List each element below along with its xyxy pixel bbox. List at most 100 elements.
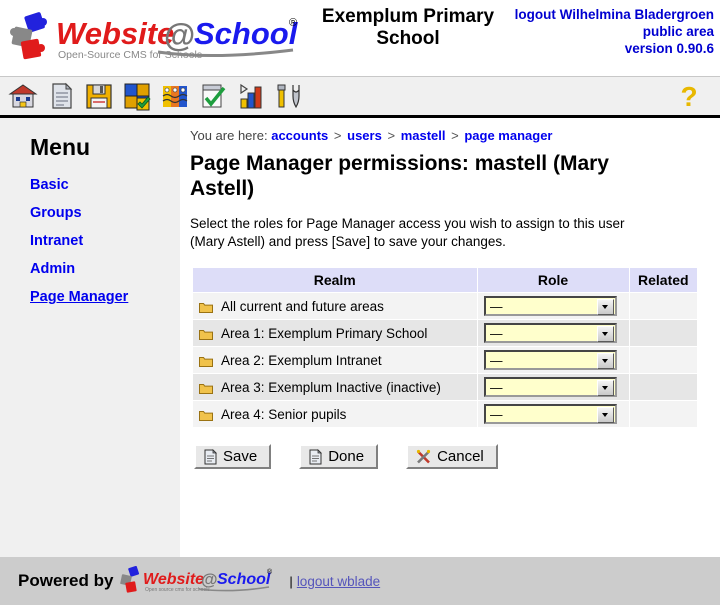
role-cell: — [476,373,630,401]
footer-logout-link[interactable]: logout wblade [297,574,380,589]
breadcrumb-link-accounts[interactable]: accounts [271,128,328,143]
realm-cell: All current and future areas [192,292,478,320]
svg-text:@: @ [164,17,195,53]
help-question-icon[interactable]: ? [674,81,704,111]
done-button[interactable]: Done [299,444,379,469]
svg-text:Website: Website [56,16,174,51]
document-icon [309,448,323,464]
role-select[interactable]: — [483,350,617,370]
tasks-icon[interactable] [198,81,228,111]
table-header-row: Realm Role Related [192,267,699,293]
role-select[interactable]: — [483,377,617,397]
column-header-role: Role [476,267,630,293]
sidebar-link-basic[interactable]: Basic [30,177,69,193]
footer-logo: Website @ School ® Open source cms for s… [120,566,273,593]
role-select-wrap[interactable]: — [483,296,617,316]
app-window: Website @ School ® Open-Source CMS for S… [0,0,720,605]
modules-icon[interactable] [122,81,152,111]
help-glyph: ? [680,81,697,111]
area-label: public area [642,24,714,39]
realm-label: Area 1: Exemplum Primary School [221,325,428,341]
realm-label: All current and future areas [221,298,384,314]
home-icon[interactable] [8,81,38,111]
sidebar-link-admin[interactable]: Admin [30,261,75,277]
table-row: All current and future areas — [192,292,699,320]
svg-text:Website: Website [143,571,204,588]
sidebar-link-intranet[interactable]: Intranet [30,233,83,249]
role-select-wrap[interactable]: — [483,404,617,424]
sidebar: Menu Basic Groups Intranet Admin Page Ma… [0,118,180,557]
page-icon[interactable] [46,81,76,111]
breadcrumb-separator: > [387,128,396,143]
tools-icon[interactable] [274,81,304,111]
save-button[interactable]: Save [194,444,272,469]
folder-icon [199,383,213,394]
column-header-related: Related [628,267,699,293]
document-icon [204,448,217,464]
sidebar-link-page-manager[interactable]: Page Manager [30,289,128,305]
sidebar-title: Menu [30,134,91,160]
main-content: You are here: accounts > users > mastell… [180,118,720,557]
realm-label: Area 3: Exemplum Inactive (inactive) [221,379,441,395]
svg-text:School: School [194,16,299,51]
save-disk-icon[interactable] [84,81,114,111]
breadcrumb-link-users[interactable]: users [347,128,382,143]
save-button-label: Save [223,448,258,465]
column-header-realm: Realm [192,267,478,293]
breadcrumb-separator: > [333,128,342,143]
cancel-button[interactable]: Cancel [406,444,498,469]
table-row: Area 2: Exemplum Intranet — [192,346,699,374]
sidebar-item-page-manager[interactable]: Page Manager [30,289,180,305]
permissions-table: Realm Role Related All current and futur… [192,267,699,428]
related-cell [628,373,699,401]
breadcrumb-separator: > [451,128,459,143]
related-cell [628,319,699,347]
svg-text:®: ® [267,568,273,576]
intro-text: Select the roles for Page Manager access… [190,216,625,249]
realm-cell: Area 2: Exemplum Intranet [192,346,478,374]
header-user-info: logout Wilhelmina Bladergroen public are… [515,6,714,57]
school-name: Exemplum Primary School [321,6,495,49]
groups-icon[interactable] [160,81,190,111]
logout-user-link[interactable]: logout Wilhelmina Bladergroen [515,6,714,23]
realm-cell: Area 4: Senior pupils [192,400,478,428]
sidebar-link-groups[interactable]: Groups [30,205,82,221]
role-cell: — [476,400,630,428]
page-title: Page Manager permissions: mastell (Mary … [190,152,609,200]
breadcrumb-link-mastell[interactable]: mastell [401,128,446,143]
role-select[interactable]: — [483,404,617,424]
table-row: Area 4: Senior pupils — [192,400,699,428]
role-cell: — [476,292,630,320]
realm-cell: Area 3: Exemplum Inactive (inactive) [192,373,478,401]
sidebar-item-intranet[interactable]: Intranet [30,233,180,249]
sidebar-item-groups[interactable]: Groups [30,205,180,221]
statistics-icon[interactable] [236,81,266,111]
breadcrumb-prefix: You are here: [190,128,268,143]
table-row: Area 3: Exemplum Inactive (inactive) — [192,373,699,401]
role-select-wrap[interactable]: — [483,350,617,370]
role-cell: — [476,319,630,347]
role-cell: — [476,346,630,374]
page-header: Website @ School ® Open-Source CMS for S… [0,0,720,76]
done-button-label: Done [328,448,365,465]
page-footer: Powered by Website @ School ® Open sourc… [0,557,720,605]
realm-label: Area 2: Exemplum Intranet [221,352,382,368]
version-label: version 0.90.6 [624,41,714,56]
toolbar-icon-group [0,81,304,111]
breadcrumb-link-page-manager[interactable]: page manager [464,128,552,143]
folder-icon [199,410,213,421]
role-select-wrap[interactable]: — [483,377,617,397]
sidebar-item-admin[interactable]: Admin [30,261,180,277]
role-select-wrap[interactable]: — [483,323,617,343]
table-row: Area 1: Exemplum Primary School — [192,319,699,347]
footer-separator: | [289,573,293,589]
website-at-school-logo: Website @ School ® Open-Source CMS for S… [10,12,299,61]
related-cell [628,346,699,374]
realm-cell: Area 1: Exemplum Primary School [192,319,478,347]
role-select[interactable]: — [483,296,617,316]
sidebar-item-basic[interactable]: Basic [30,177,180,193]
role-select[interactable]: — [483,323,617,343]
related-cell [628,292,699,320]
realm-label: Area 4: Senior pupils [221,406,347,422]
related-cell [628,400,699,428]
